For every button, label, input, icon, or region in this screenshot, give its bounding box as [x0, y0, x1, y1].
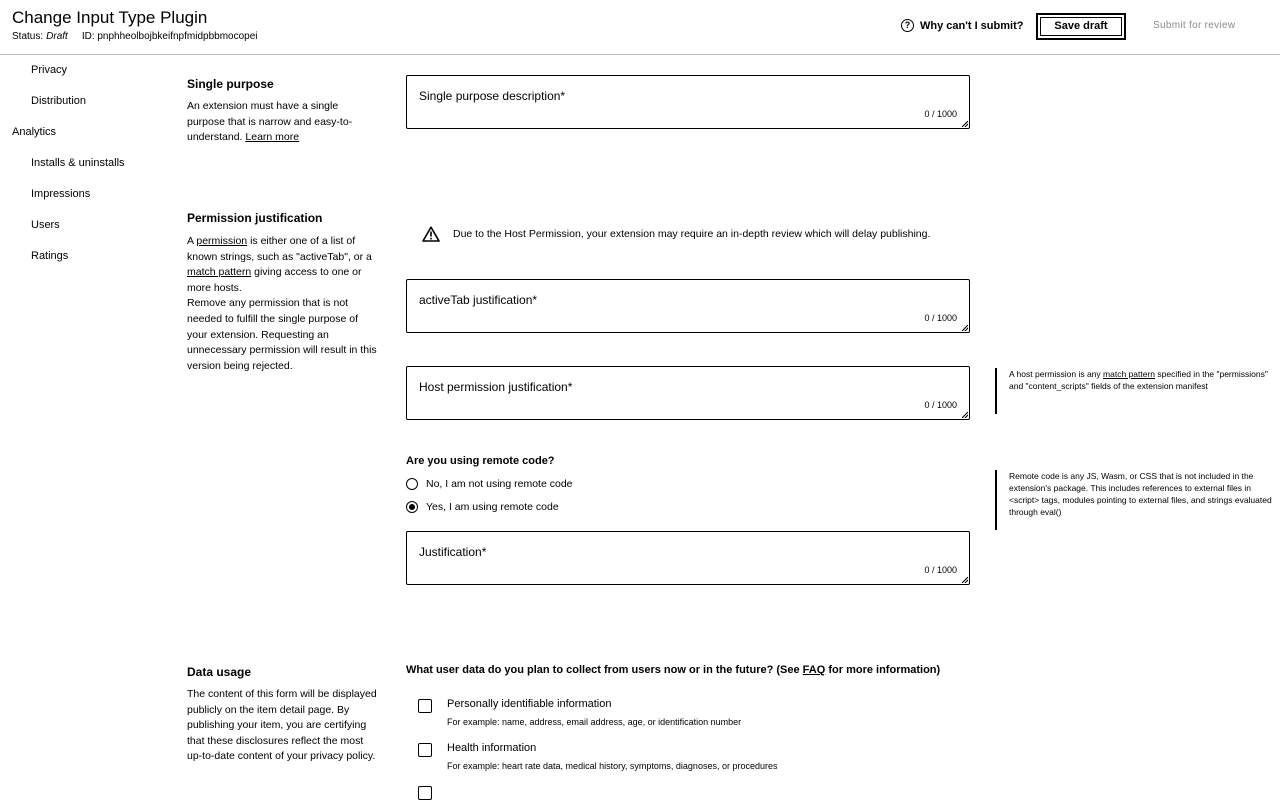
host-permission-warning: Due to the Host Permission, your extensi… — [422, 226, 930, 242]
single-purpose-field-label: Single purpose description* — [419, 89, 566, 103]
sidebar-item-impressions[interactable]: Impressions — [31, 188, 90, 200]
single-purpose-description: An extension must have a single purpose … — [187, 99, 367, 146]
permission-link[interactable]: permission — [196, 235, 247, 247]
checkbox[interactable] — [418, 786, 432, 800]
sidebar-item-users[interactable]: Users — [31, 219, 60, 231]
activetab-justification-field[interactable]: activeTab justification* 0 / 1000 — [406, 279, 970, 333]
sidebar-item-distribution[interactable]: Distribution — [31, 95, 86, 107]
item-id: ID: pnphheolbojbkeifnpfmidpbbmocopei — [81, 31, 258, 42]
data-collection-question: What user data do you plan to collect fr… — [406, 664, 940, 676]
save-draft-label: Save draft — [1040, 17, 1122, 36]
status-value: Draft — [46, 31, 68, 42]
match-pattern-link[interactable]: match pattern — [187, 266, 251, 278]
data-usage-heading: Data usage — [187, 665, 252, 679]
submit-for-review-button[interactable]: Submit for review — [1153, 20, 1235, 31]
remote-code-question: Are you using remote code? — [406, 455, 555, 467]
host-permission-justification-field[interactable]: Host permission justification* 0 / 1000 — [406, 366, 970, 420]
radio-yes-remote-code[interactable]: Yes, I am using remote code — [406, 501, 559, 513]
why-cant-submit-link[interactable]: ? Why can't I submit? — [901, 19, 1023, 32]
checkbox-label: Health information — [447, 742, 537, 754]
page-title: Change Input Type Plugin — [12, 8, 208, 27]
checkbox-label: Personally identifiable information — [447, 698, 612, 710]
char-counter: 0 / 1000 — [924, 313, 957, 323]
status-line: Status: Draft ID: pnphheolbojbkeifnpfmidpb… — [12, 31, 258, 42]
sidebar-item-analytics[interactable]: Analytics — [12, 126, 56, 138]
radio-button-selected[interactable] — [406, 501, 418, 513]
char-counter: 0 / 1000 — [924, 400, 957, 410]
warning-triangle-icon — [422, 226, 440, 242]
resize-handle-icon[interactable] — [962, 412, 968, 418]
checkbox-hint: For example: name, address, email addres… — [447, 717, 742, 727]
char-counter: 0 / 1000 — [924, 565, 957, 575]
checkbox[interactable] — [418, 743, 432, 757]
question-text-1: What user data do you plan to collect fr… — [406, 664, 800, 676]
warning-text: Due to the Host Permission, your extensi… — [453, 228, 931, 240]
sidebar-item-ratings[interactable]: Ratings — [31, 250, 68, 262]
permission-text-4: Remove any permission that is not needed… — [187, 297, 377, 372]
radio-no-remote-code[interactable]: No, I am not using remote code — [406, 478, 573, 490]
resize-handle-icon[interactable] — [962, 325, 968, 331]
host-permission-field-label: Host permission justification* — [419, 380, 573, 394]
help-circle-icon: ? — [901, 19, 914, 32]
question-text-2: for more information) — [828, 664, 941, 676]
permission-heading: Permission justification — [187, 211, 323, 225]
sidebar-item-installs[interactable]: Installs & uninstalls — [31, 157, 125, 169]
single-purpose-heading: Single purpose — [187, 77, 274, 91]
radio-yes-label: Yes, I am using remote code — [426, 501, 559, 513]
resize-handle-icon[interactable] — [962, 577, 968, 583]
top-bar: Change Input Type Plugin Status: Draft ID:… — [0, 0, 1280, 55]
save-draft-button[interactable]: Save draft — [1036, 13, 1126, 40]
char-counter: 0 / 1000 — [924, 109, 957, 119]
permission-text-1: A — [187, 235, 194, 247]
checkbox[interactable] — [418, 699, 432, 713]
justification-field-label: Justification* — [419, 545, 487, 559]
checkbox-hint: For example: heart rate data, medical hi… — [447, 761, 778, 771]
data-usage-description: The content of this form will be display… — [187, 688, 377, 763]
activetab-field-label: activeTab justification* — [419, 293, 538, 307]
radio-button[interactable] — [406, 478, 418, 490]
remote-code-justification-field[interactable]: Justification* 0 / 1000 — [406, 531, 970, 585]
status-label: Status: — [12, 31, 44, 42]
host-help-text-1: A host permission is any — [1009, 369, 1101, 379]
single-purpose-field[interactable]: Single purpose description* 0 / 1000 — [406, 75, 970, 129]
why-cant-submit-label: Why can't I submit? — [920, 19, 1024, 32]
host-help-match-pattern-link[interactable]: match pattern — [1103, 369, 1155, 379]
permission-description: A permission is either one of a list of … — [187, 234, 379, 374]
host-permission-help: A host permission is any match pattern s… — [995, 368, 1277, 414]
learn-more-link[interactable]: Learn more — [245, 131, 299, 143]
resize-handle-icon[interactable] — [962, 121, 968, 127]
remote-code-help: Remote code is any JS, Wasm, or CSS that… — [995, 470, 1277, 530]
faq-link[interactable]: FAQ — [803, 664, 826, 676]
radio-no-label: No, I am not using remote code — [426, 478, 573, 490]
sidebar-item-privacy[interactable]: Privacy — [31, 64, 67, 76]
